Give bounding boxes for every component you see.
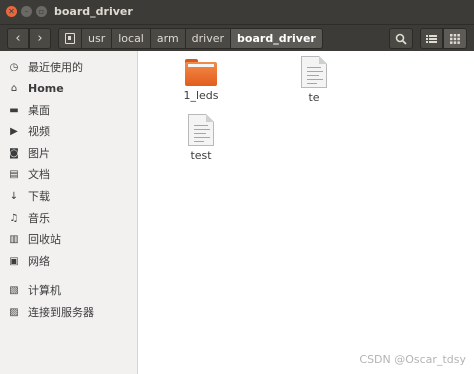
- breadcrumb-root-button[interactable]: [58, 28, 82, 49]
- server-icon: ▨: [9, 306, 19, 318]
- file-item-1-leds[interactable]: 1_leds: [171, 51, 231, 102]
- desktop-folder-icon: ▬: [9, 104, 19, 116]
- sidebar-item-recent[interactable]: ◷ 最近使用的: [0, 57, 138, 77]
- chevron-left-icon: ‹: [15, 31, 21, 46]
- music-note-icon: ♫: [9, 212, 19, 224]
- sidebar-item-desktop[interactable]: ▬ 桌面: [0, 100, 138, 120]
- breadcrumb-driver[interactable]: driver: [185, 28, 232, 49]
- sidebar-item-label: 文档: [28, 168, 50, 181]
- sidebar-item-label: 最近使用的: [28, 61, 83, 74]
- sidebar-item-label: 音乐: [28, 212, 50, 225]
- sidebar-item-connect-server[interactable]: ▨ 连接到服务器: [0, 302, 138, 322]
- window-title: board_driver: [54, 5, 133, 18]
- sidebar-item-label: 下载: [28, 190, 50, 203]
- file-name: te: [308, 91, 320, 104]
- sidebar-item-label: 视频: [28, 125, 50, 138]
- sidebar-item-label: 连接到服务器: [28, 306, 94, 319]
- download-arrow-icon: ↓: [9, 190, 19, 202]
- trash-icon: ▥: [9, 233, 19, 245]
- forward-button[interactable]: ›: [29, 28, 51, 49]
- sidebar-item-label: Home: [28, 81, 64, 95]
- computer-icon: ▧: [9, 284, 19, 296]
- drive-icon: [65, 33, 75, 44]
- file-item-te[interactable]: te: [284, 51, 344, 104]
- document-icon: ▤: [9, 168, 19, 180]
- file-name: test: [190, 149, 212, 162]
- sidebar-item-music[interactable]: ♫ 音乐: [0, 208, 138, 228]
- list-icon: [426, 34, 437, 43]
- text-file-icon: [188, 114, 214, 146]
- sidebar-item-trash[interactable]: ▥ 回收站: [0, 229, 138, 249]
- sidebar-item-label: 图片: [28, 147, 50, 160]
- toolbar: ‹ › usr local arm driver board_driver: [0, 24, 474, 51]
- text-file-icon: [301, 56, 327, 88]
- sidebar: ◷ 最近使用的 ⌂ Home ▬ 桌面 ▶ 视频 ◙ 图片 ▤ 文档 ↓ 下载 …: [0, 51, 138, 374]
- recent-clock-icon: ◷: [9, 61, 19, 73]
- video-icon: ▶: [10, 125, 18, 137]
- grid-icon: [450, 33, 460, 44]
- grid-view-button[interactable]: [443, 28, 467, 49]
- home-icon: ⌂: [10, 82, 18, 94]
- breadcrumb-local[interactable]: local: [112, 28, 151, 49]
- title-bar: ✕ – ▫ board_driver: [0, 0, 474, 24]
- network-icon: ▣: [9, 255, 19, 267]
- sidebar-item-label: 网络: [28, 255, 50, 268]
- watermark: CSDN @Oscar_tdsy: [359, 353, 466, 366]
- sidebar-item-home[interactable]: ⌂ Home: [0, 78, 138, 98]
- breadcrumb-usr[interactable]: usr: [82, 28, 113, 49]
- folder-icon: [185, 59, 217, 86]
- breadcrumb-board-driver[interactable]: board_driver: [231, 28, 323, 49]
- maximize-window-button[interactable]: ▫: [36, 6, 47, 17]
- list-view-button[interactable]: [420, 28, 443, 49]
- sidebar-item-label: 计算机: [28, 284, 61, 297]
- file-view[interactable]: 1_leds te test: [139, 51, 474, 374]
- breadcrumb-arm[interactable]: arm: [150, 28, 186, 49]
- chevron-right-icon: ›: [37, 31, 43, 46]
- back-button[interactable]: ‹: [7, 28, 29, 49]
- search-icon: [395, 33, 407, 45]
- sidebar-item-network[interactable]: ▣ 网络: [0, 251, 138, 271]
- sidebar-item-documents[interactable]: ▤ 文档: [0, 164, 138, 184]
- minimize-window-button[interactable]: –: [21, 6, 32, 17]
- file-item-test[interactable]: test: [171, 109, 231, 162]
- close-window-button[interactable]: ✕: [6, 6, 17, 17]
- sidebar-item-label: 桌面: [28, 104, 50, 117]
- file-name: 1_leds: [183, 89, 219, 102]
- sidebar-item-videos[interactable]: ▶ 视频: [0, 121, 138, 141]
- sidebar-item-pictures[interactable]: ◙ 图片: [0, 143, 138, 163]
- sidebar-item-downloads[interactable]: ↓ 下载: [0, 186, 138, 206]
- breadcrumb: usr local arm driver board_driver: [58, 28, 323, 49]
- sidebar-item-computer[interactable]: ▧ 计算机: [0, 280, 138, 300]
- search-button[interactable]: [389, 28, 413, 49]
- sidebar-item-label: 回收站: [28, 233, 61, 246]
- camera-icon: ◙: [9, 147, 19, 159]
